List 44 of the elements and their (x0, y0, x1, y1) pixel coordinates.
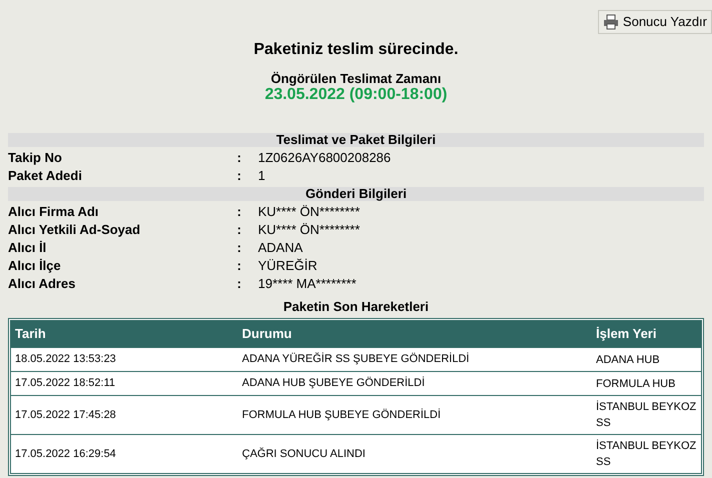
table-cell-text: 18.05.2022 13:53:23 (14, 352, 117, 368)
field-separator: : (237, 257, 242, 276)
delivery-time: 23.05.2022 (09:00-18:00) (264, 86, 448, 104)
field-separator: : (237, 149, 242, 168)
table-cell-text: 17.05.2022 17:45:28 (14, 408, 117, 423)
table-cell-text: 17.05.2022 18:52:11 (14, 376, 116, 392)
column-header: İşlem Yeri (595, 325, 658, 344)
field-value: KU**** ÖN******** (258, 203, 360, 222)
field-separator: : (237, 221, 242, 240)
section-header: Gönderi Bilgileri (8, 187, 704, 201)
delivery-label: Öngörülen Teslimat Zamanı (270, 71, 442, 86)
table-cell-text: ÇAĞRI SONUCU ALINDI (241, 446, 366, 462)
field-value: 1 (258, 167, 266, 186)
table-cell-text: FORMULA HUB ŞUBEYE GÖNDERİLDİ (241, 408, 442, 423)
movements-title: Paketin Son Hareketleri (282, 299, 430, 315)
field-separator: : (237, 203, 242, 222)
field-label: Alıcı Adres (8, 275, 76, 294)
field-value: YÜREĞİR (258, 257, 318, 276)
section-header: Teslimat ve Paket Bilgileri (8, 133, 704, 147)
column-header: Tarih (14, 325, 47, 344)
column-header: Durumu (241, 325, 293, 344)
field-value: ADANA (258, 239, 303, 258)
table-cell-text: İSTANBUL BEYKOZ SS (595, 400, 698, 431)
printer-icon (602, 14, 619, 30)
field-separator: : (237, 167, 242, 186)
field-label: Alıcı İlçe (8, 257, 62, 276)
table-cell-text: 17.05.2022 16:29:54 (14, 446, 117, 462)
table-cell-text: ADANA YÜREĞİR SS ŞUBEYE GÖNDERİLDİ (241, 352, 470, 368)
field-label: Paket Adedi (8, 167, 83, 186)
table-cell-text: ADANA HUB (595, 352, 661, 368)
field-value: 1Z0626AY6800208286 (258, 149, 391, 168)
field-label: Alıcı Yetkili Ad-Soyad (8, 221, 142, 240)
field-label: Takip No (8, 149, 63, 168)
field-label: Alıcı İl (8, 239, 48, 258)
table-cell-text: FORMULA HUB (595, 376, 676, 392)
status-title: Paketiniz teslim sürecinde. (254, 40, 458, 60)
field-value: KU**** ÖN******** (258, 221, 360, 240)
field-value: 19**** MA******** (258, 275, 356, 294)
table-cell-text: İSTANBUL BEYKOZ SS (595, 438, 698, 470)
field-separator: : (237, 239, 242, 258)
table-cell-text: ADANA HUB ŞUBEYE GÖNDERİLDİ (241, 376, 426, 392)
field-label: Alıcı Firma Adı (8, 203, 100, 222)
print-button[interactable]: Sonucu Yazdır (598, 10, 712, 34)
field-separator: : (237, 275, 242, 294)
